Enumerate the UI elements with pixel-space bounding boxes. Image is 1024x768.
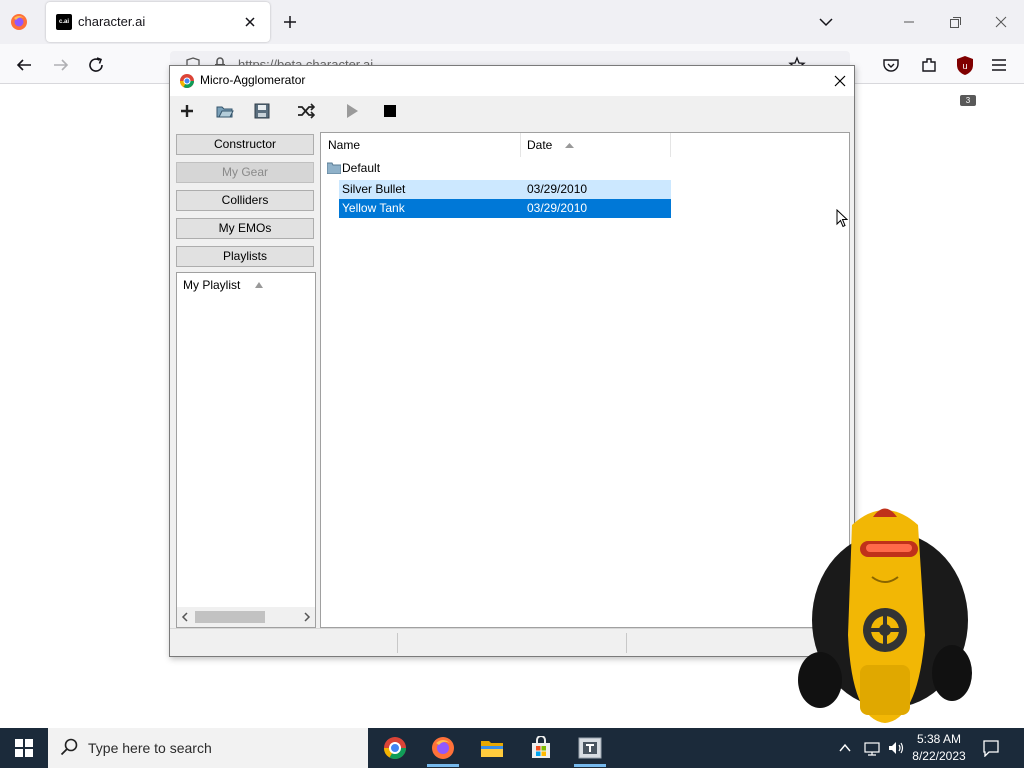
play-icon[interactable]	[343, 102, 361, 120]
stop-icon[interactable]	[381, 102, 399, 120]
micro-agglomerator-window: Micro-Agglomerator Constructor My Gear C…	[169, 65, 855, 657]
scrollbar-thumb[interactable]	[195, 611, 265, 623]
my-emos-button[interactable]: My EMOs	[176, 218, 314, 239]
volume-icon[interactable]	[887, 740, 905, 756]
app-toolbar	[170, 96, 854, 126]
sort-up-icon	[255, 282, 263, 288]
constructor-button[interactable]: Constructor	[176, 134, 314, 155]
back-icon[interactable]	[15, 56, 33, 74]
add-icon[interactable]	[178, 102, 196, 120]
ublock-icon[interactable]: u	[954, 54, 976, 76]
chevron-up-icon[interactable]	[838, 742, 852, 754]
folder-label: Default	[342, 161, 381, 175]
reload-icon[interactable]	[87, 56, 105, 74]
mouse-cursor-icon	[836, 209, 848, 228]
plus-icon[interactable]	[282, 14, 298, 30]
close-icon[interactable]	[832, 73, 848, 89]
chevron-down-icon[interactable]	[818, 15, 834, 29]
notification-icon[interactable]	[982, 739, 1000, 757]
horizontal-scrollbar[interactable]	[177, 607, 315, 627]
playlists-button[interactable]: Playlists	[176, 246, 314, 267]
status-bar	[170, 628, 854, 656]
sort-up-icon	[565, 143, 574, 148]
item-date: 03/29/2010	[527, 182, 588, 196]
extensions-icon[interactable]	[920, 56, 938, 74]
active-indicator	[574, 764, 606, 767]
search-icon	[60, 738, 78, 756]
hamburger-menu-icon[interactable]	[990, 57, 1008, 73]
system-clock[interactable]: 5:38 AM 8/22/2023	[905, 731, 973, 765]
close-icon[interactable]	[992, 14, 1010, 30]
taskbar-search-box[interactable]: Type here to search	[48, 728, 368, 768]
playlist-list[interactable]: My Playlist	[176, 272, 316, 628]
column-header-name[interactable]: Name	[321, 133, 521, 157]
playlist-header[interactable]: My Playlist	[183, 278, 240, 292]
folder-icon	[327, 162, 341, 174]
taskbar: Type here to search 5:38 AM 8/22/2023	[0, 728, 1024, 768]
item-name: Silver Bullet	[342, 182, 406, 196]
chrome-icon[interactable]	[383, 736, 407, 760]
mascot-character[interactable]	[790, 495, 980, 730]
list-item[interactable]: Silver Bullet 03/29/2010	[339, 180, 671, 199]
shuffle-icon[interactable]	[297, 102, 315, 120]
status-divider	[626, 633, 627, 653]
list-item[interactable]: Yellow Tank 03/29/2010	[339, 199, 671, 218]
pocket-icon[interactable]	[882, 56, 900, 74]
agglomerator-icon[interactable]	[574, 736, 606, 767]
windows-start-icon[interactable]	[14, 738, 34, 758]
browser-tab[interactable]: c.ai character.ai	[46, 2, 270, 42]
window-title: Micro-Agglomerator	[200, 73, 306, 87]
column-name-label: Name	[328, 138, 361, 152]
column-date-label: Date	[527, 138, 553, 152]
column-header-date[interactable]: Date	[521, 133, 671, 157]
browser-tab-bar: c.ai character.ai	[0, 0, 1024, 44]
my-gear-button[interactable]: My Gear	[176, 162, 314, 183]
clock-time: 5:38 AM	[916, 732, 962, 746]
clock-date: 8/22/2023	[912, 749, 966, 763]
chevron-left-icon[interactable]	[181, 612, 189, 622]
colliders-button[interactable]: Colliders	[176, 190, 314, 211]
chevron-right-icon[interactable]	[303, 612, 311, 622]
restore-icon[interactable]	[946, 14, 964, 30]
store-icon[interactable]	[529, 736, 553, 760]
svg-text:u: u	[962, 61, 967, 71]
file-explorer-icon[interactable]	[480, 736, 504, 760]
firefox-icon[interactable]	[427, 736, 459, 767]
column-headers: Name Date	[321, 133, 849, 157]
minimize-icon[interactable]	[900, 14, 918, 30]
open-folder-icon[interactable]	[216, 102, 234, 120]
active-indicator	[427, 764, 459, 767]
firefox-icon[interactable]	[10, 13, 28, 31]
close-icon[interactable]	[242, 14, 258, 30]
left-panel: Constructor My Gear Colliders My EMOs Pl…	[174, 132, 316, 628]
item-name: Yellow Tank	[342, 201, 405, 215]
extension-badge: 3	[960, 95, 976, 106]
file-list-view[interactable]: Name Date Default Silver Bullet 03/29/20…	[320, 132, 850, 628]
network-icon[interactable]	[863, 740, 881, 756]
status-divider	[397, 633, 398, 653]
tab-favicon: c.ai	[56, 14, 72, 30]
search-placeholder: Type here to search	[88, 740, 212, 756]
save-icon[interactable]	[253, 102, 271, 120]
tab-title: character.ai	[78, 14, 146, 29]
item-date: 03/29/2010	[527, 201, 588, 215]
app-icon	[179, 73, 195, 89]
window-titlebar[interactable]: Micro-Agglomerator	[170, 66, 854, 96]
forward-icon[interactable]	[52, 56, 70, 74]
